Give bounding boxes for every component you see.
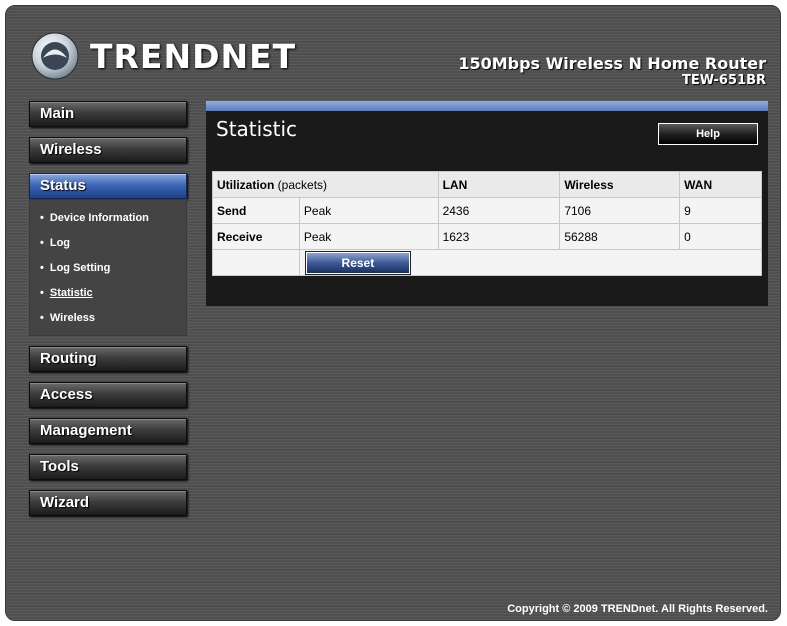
cell-type: Peak <box>298 197 439 224</box>
cell-wan: 0 <box>679 223 762 250</box>
router-admin-frame: TRENDNET 150Mbps Wireless N Home Router … <box>5 5 781 621</box>
sidebar-item-management[interactable]: Management <box>29 418 187 444</box>
brand-wordmark: TRENDNET <box>90 36 297 76</box>
status-submenu: • Device Information • Log • Log Setting • S… <box>29 199 187 336</box>
page-title: Statistic <box>216 117 298 141</box>
column-header-wireless: Wireless <box>559 171 681 198</box>
submenu-item-device-information[interactable]: • Device Information <box>40 206 186 231</box>
column-header-wan: WAN <box>679 171 762 198</box>
table-header-row: Utilization (packets) LAN Wireless WAN <box>212 171 762 198</box>
cell-wan: 9 <box>679 197 762 224</box>
bullet-icon: • <box>40 262 44 274</box>
copyright-text: Copyright © 2009 TRENDnet. All Rights Re… <box>507 603 768 615</box>
help-button[interactable]: Help <box>658 123 758 145</box>
sidebar-item-routing[interactable]: Routing <box>29 346 187 372</box>
reset-cell: Reset <box>298 249 763 276</box>
empty-cell <box>212 249 300 276</box>
product-title: 150Mbps Wireless N Home Router TEW-651BR <box>458 54 766 88</box>
cell-type: Peak <box>298 223 439 250</box>
sidebar-nav: Main Wireless Status • Device Information… <box>29 101 189 526</box>
cell-wireless: 56288 <box>559 223 681 250</box>
submenu-item-log[interactable]: • Log <box>40 231 186 256</box>
product-model: TEW-651BR <box>682 73 766 88</box>
table-row: Receive Peak 1623 56288 0 <box>212 223 762 250</box>
bullet-icon: • <box>40 212 44 224</box>
trendnet-logo: TRENDNET <box>30 30 296 82</box>
sidebar-item-tools[interactable]: Tools <box>29 454 187 480</box>
trendnet-logo-icon <box>30 31 80 81</box>
sidebar-item-status[interactable]: Status <box>29 173 187 199</box>
sidebar-item-main[interactable]: Main <box>29 101 187 127</box>
column-header-lan: LAN <box>437 171 561 198</box>
row-label-send: Send <box>212 197 300 224</box>
bullet-icon: • <box>40 287 44 299</box>
table-row-actions: Reset <box>212 249 763 276</box>
submenu-item-log-setting[interactable]: • Log Setting <box>40 256 186 281</box>
product-name: 150Mbps Wireless N Home Router <box>458 54 766 73</box>
submenu-item-statistic[interactable]: • Statistic <box>40 281 186 306</box>
statistics-table: Utilization (packets) LAN Wireless WAN S… <box>212 171 763 276</box>
row-label-receive: Receive <box>212 223 300 250</box>
sidebar-item-wireless[interactable]: Wireless <box>29 137 187 163</box>
bullet-icon: • <box>40 237 44 249</box>
cell-lan: 2436 <box>437 197 561 224</box>
table-row: Send Peak 2436 7106 9 <box>212 197 762 224</box>
bullet-icon: • <box>40 312 44 324</box>
submenu-item-wireless[interactable]: • Wireless <box>40 306 186 331</box>
reset-button[interactable]: Reset <box>304 250 411 275</box>
sidebar-item-wizard[interactable]: Wizard <box>29 490 187 516</box>
sidebar-item-access[interactable]: Access <box>29 382 187 408</box>
cell-wireless: 7106 <box>559 197 681 224</box>
panel-accent-bar <box>206 101 768 111</box>
column-header-utilization: Utilization (packets) <box>212 171 439 198</box>
statistic-panel: Statistic Help Utilization (packets) LAN… <box>206 101 768 306</box>
cell-lan: 1623 <box>437 223 561 250</box>
